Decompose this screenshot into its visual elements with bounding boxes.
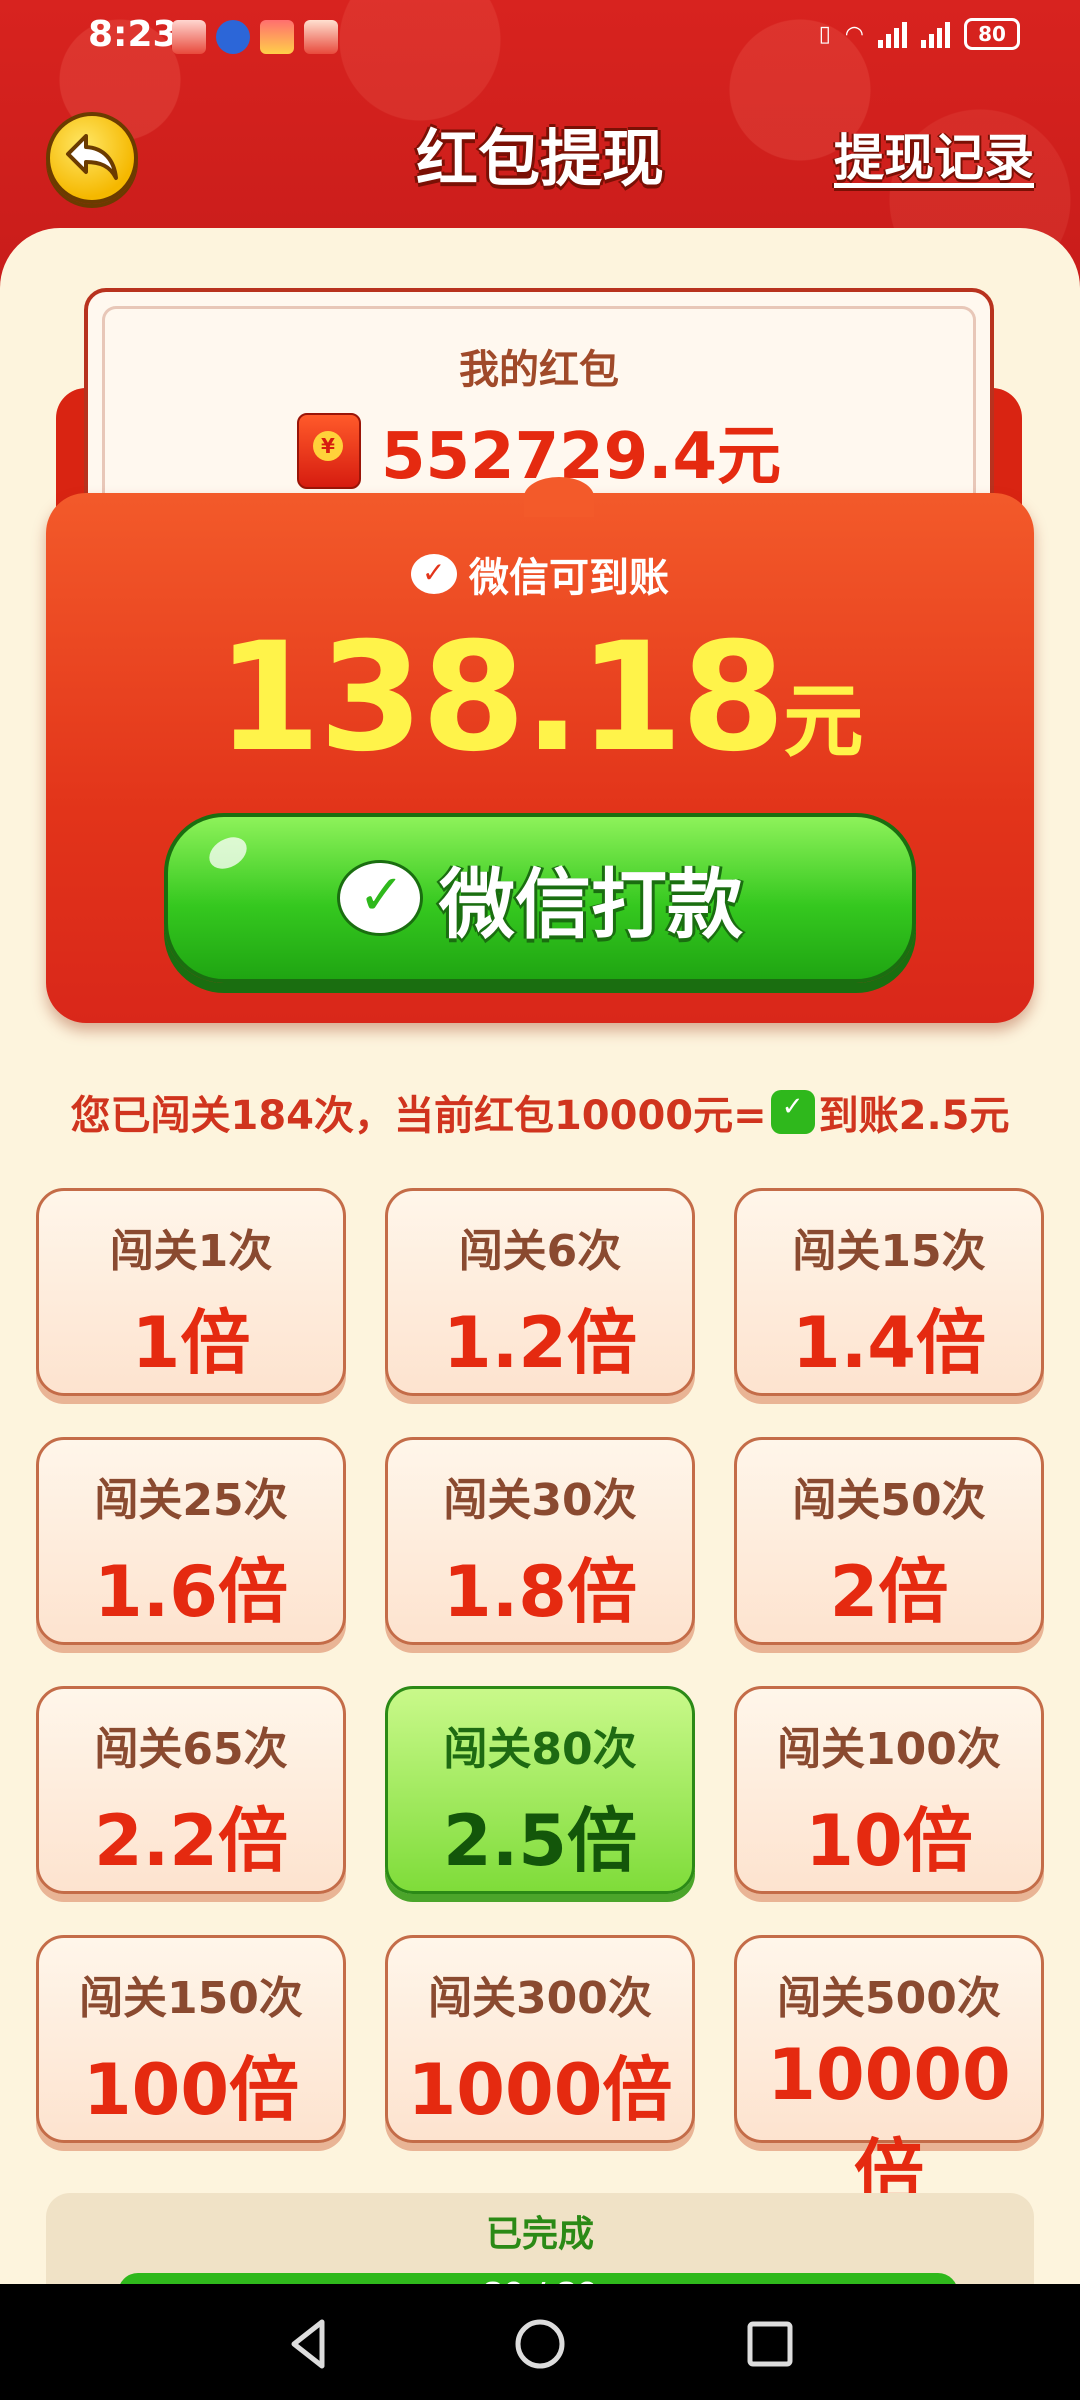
- system-icons: ▯ ◠ 80: [819, 18, 1020, 50]
- battery-icon: 80: [964, 18, 1020, 50]
- notification-icons: [172, 20, 338, 54]
- tier-multiplier: 2.2倍: [93, 1800, 288, 1882]
- withdraw-amount: 138.18: [216, 611, 786, 785]
- tier-card-active[interactable]: 闯关80次 2.5倍: [385, 1686, 695, 1894]
- tier-requirement: 闯关150次: [79, 1973, 303, 2024]
- tier-multiplier: 1倍: [131, 1302, 251, 1384]
- withdraw-unit: 元: [783, 675, 864, 768]
- wifi-icon: ◠: [844, 21, 864, 47]
- tier-requirement: 闯关50次: [792, 1475, 986, 1526]
- tier-requirement: 闯关65次: [94, 1724, 288, 1775]
- tier-card[interactable]: 闯关65次 2.2倍: [36, 1686, 346, 1894]
- app-notification-icon: [304, 20, 338, 54]
- tier-card[interactable]: 闯关15次 1.4倍: [734, 1188, 1044, 1396]
- app-notification-icon: [216, 20, 250, 54]
- tier-requirement: 闯关30次: [443, 1475, 637, 1526]
- tier-multiplier: 1.6倍: [93, 1551, 288, 1633]
- tier-card[interactable]: 闯关100次 10倍: [734, 1686, 1044, 1894]
- withdraw-amount-row: 138.18元: [46, 611, 1034, 785]
- wechat-icon: [337, 860, 423, 936]
- tier-card[interactable]: 闯关500次 10000倍: [734, 1935, 1044, 2213]
- status-time: 8:23: [88, 14, 178, 55]
- nav-home-icon[interactable]: [510, 2314, 570, 2374]
- tier-card[interactable]: 闯关25次 1.6倍: [36, 1437, 346, 1645]
- tier-card[interactable]: 闯关30次 1.8倍: [385, 1437, 695, 1645]
- navigation-bar: [0, 2284, 1080, 2400]
- progress-suffix: 到账2.5元: [818, 1093, 1010, 1139]
- completed-label: 已完成: [485, 2214, 594, 2255]
- red-packet-icon: [296, 413, 361, 489]
- progress-text: 您已闯关184次，当前红包10000元= 到账2.5元: [0, 1083, 1080, 1141]
- nav-recent-icon[interactable]: [740, 2314, 800, 2374]
- tier-card[interactable]: 闯关50次 2倍: [734, 1437, 1044, 1645]
- wechat-icon: [770, 1090, 815, 1134]
- tier-multiplier: 10000倍: [767, 2034, 1011, 2213]
- wechat-channel-label: 微信可到账: [469, 555, 669, 601]
- tier-requirement: 闯关500次: [777, 1973, 1001, 2024]
- main-panel: 我的红包 552729.4元 微信可到账 138.18元 微信打款 您已闯关18…: [0, 228, 1080, 2313]
- wechat-channel-line: 微信可到账: [46, 545, 1034, 603]
- withdraw-card: 微信可到账 138.18元 微信打款: [46, 477, 1034, 1023]
- status-bar: 8:23 ▯ ◠ 80: [0, 0, 1080, 76]
- withdraw-records-link[interactable]: 提现记录: [834, 118, 1034, 190]
- tier-requirement: 闯关1次: [109, 1226, 273, 1277]
- tier-multiplier: 1000倍: [407, 2049, 673, 2131]
- tier-multiplier: 100倍: [82, 2049, 300, 2131]
- tier-card[interactable]: 闯关150次 100倍: [36, 1935, 346, 2143]
- wechat-pay-label: 微信打款: [439, 860, 743, 949]
- progress-prefix: 您已闯关184次，当前红包10000元=: [70, 1093, 767, 1139]
- tier-requirement: 闯关25次: [94, 1475, 288, 1526]
- nav-back-icon[interactable]: [280, 2314, 340, 2374]
- tier-requirement: 闯关6次: [458, 1226, 622, 1277]
- tier-card[interactable]: 闯关1次 1倍: [36, 1188, 346, 1396]
- tier-requirement: 闯关100次: [777, 1724, 1001, 1775]
- app-notification-icon: [172, 20, 206, 54]
- wechat-pay-button[interactable]: 微信打款: [164, 813, 916, 983]
- vibrate-icon: ▯: [818, 21, 831, 47]
- tier-requirement: 闯关15次: [792, 1226, 986, 1277]
- tier-multiplier: 2倍: [829, 1551, 949, 1633]
- withdraw-card-notch: [524, 477, 594, 517]
- tier-multiplier: 1.8倍: [442, 1551, 637, 1633]
- tier-card[interactable]: 闯关300次 1000倍: [385, 1935, 695, 2143]
- tier-multiplier: 2.5倍: [442, 1800, 637, 1882]
- wechat-icon: [411, 554, 457, 594]
- app-notification-icon: [260, 20, 294, 54]
- signal-icon: [878, 20, 907, 48]
- tier-requirement: 闯关80次: [443, 1724, 637, 1775]
- tier-requirement: 闯关300次: [428, 1973, 652, 2024]
- tier-card[interactable]: 闯关6次 1.2倍: [385, 1188, 695, 1396]
- tier-multiplier: 1.4倍: [791, 1302, 986, 1384]
- balance-label: 我的红包: [459, 347, 619, 393]
- tier-multiplier: 1.2倍: [442, 1302, 637, 1384]
- signal-5g-icon: [921, 20, 950, 48]
- tier-multiplier: 10倍: [805, 1800, 973, 1882]
